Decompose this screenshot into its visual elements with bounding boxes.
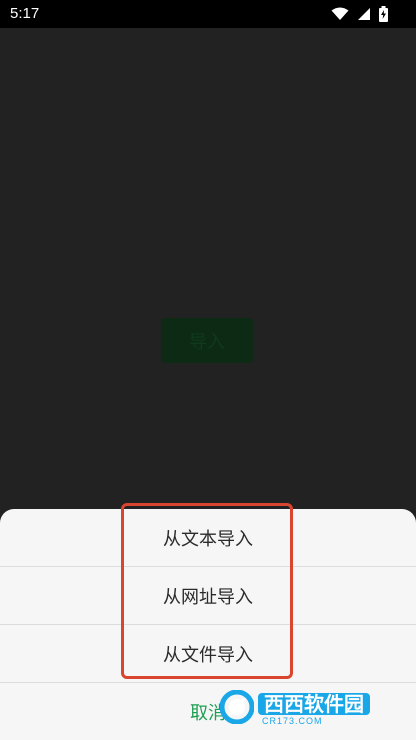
battery-charging-icon (379, 6, 388, 22)
cr173-logo-icon (219, 689, 255, 728)
import-from-text-option[interactable]: 从文本导入 (0, 509, 416, 567)
status-icons (331, 5, 388, 23)
watermark-text-group: 西西软件园 CR173.COM (258, 692, 370, 726)
watermark: 西西软件园 CR173.COM (219, 689, 400, 728)
cell-signal-icon (357, 7, 371, 21)
import-from-file-option[interactable]: 从文件导入 (0, 625, 416, 683)
status-bar: 5:17 (0, 0, 416, 28)
import-from-url-option[interactable]: 从网址导入 (0, 567, 416, 625)
status-time: 5:17 (10, 5, 40, 22)
wifi-icon (331, 7, 349, 21)
watermark-text: 西西软件园 (258, 692, 370, 715)
app-screen: 5:17 导入 从文本导入 从网址导入 从文件导入 取消 西西软件园 CR173… (0, 0, 416, 740)
import-button[interactable]: 导入 (161, 318, 253, 363)
watermark-subtext: CR173.COM (262, 715, 323, 726)
